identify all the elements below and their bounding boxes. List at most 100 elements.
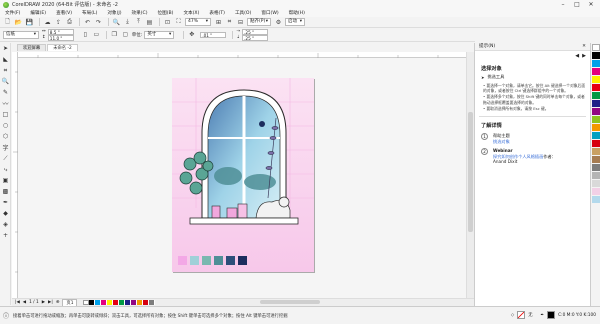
pdf-icon[interactable]: ▤ [145, 18, 154, 27]
palette-swatch-black[interactable] [591, 52, 600, 59]
last-page-icon[interactable]: ▶| [48, 300, 53, 305]
palette-swatch-dark-red[interactable] [591, 140, 600, 147]
connector-tool-icon[interactable]: ⤷ [0, 164, 11, 175]
dup-y-input[interactable]: .25 " [242, 34, 269, 41]
freehand-tool-icon[interactable]: ✎ [0, 87, 11, 98]
palette-swatch-pale-blue[interactable] [591, 196, 600, 203]
forward-icon[interactable]: ▶ [582, 53, 586, 59]
palette-swatch-teal[interactable] [591, 132, 600, 139]
palette-swatch-blue[interactable] [591, 100, 600, 107]
rectangle-tool-icon[interactable]: □ [0, 109, 11, 120]
horizontal-scrollbar[interactable] [120, 299, 460, 305]
print-icon[interactable]: ⎙ [65, 18, 74, 27]
cloud-upload-icon[interactable]: ⇪ [54, 18, 63, 27]
menu-text[interactable]: 文本(X) [178, 10, 204, 16]
landscape-icon[interactable]: ▭ [92, 30, 101, 39]
palette-swatch-brown[interactable] [591, 156, 600, 163]
palette-swatch-orange[interactable] [591, 124, 600, 131]
menu-effects[interactable]: 效果(C) [127, 10, 153, 16]
menu-layout[interactable]: 布局(L) [77, 10, 102, 16]
menu-bitmaps[interactable]: 位图(B) [153, 10, 179, 16]
menu-help[interactable]: 帮助(H) [284, 10, 310, 16]
smart-fill-icon[interactable]: ◈ [0, 219, 11, 230]
maximize-button[interactable]: □ [570, 0, 584, 9]
nudge-input[interactable]: .01 " [200, 31, 227, 38]
fullscreen-icon[interactable]: ⛶ [174, 18, 183, 27]
text-tool-icon[interactable]: 字 [0, 142, 11, 153]
grid-icon[interactable]: ⊞ [214, 18, 223, 27]
outline-swatch[interactable] [547, 311, 556, 319]
outline-pen-icon[interactable]: ✒ [541, 313, 545, 318]
minimize-button[interactable]: – [556, 0, 570, 9]
menu-table[interactable]: 表格(T) [204, 10, 230, 16]
back-icon[interactable]: ◀ [575, 53, 579, 59]
close-icon[interactable]: ✕ [582, 43, 586, 50]
open-icon[interactable]: 📂 [14, 18, 23, 27]
redo-icon[interactable]: ↷ [94, 18, 103, 27]
palette-swatch-yellow[interactable] [591, 76, 600, 83]
menu-file[interactable]: 文件(F) [0, 10, 25, 16]
vertical-scrollbar[interactable] [466, 52, 474, 298]
palette-swatch-purple[interactable] [591, 108, 600, 115]
snap-to-dropdown[interactable]: 贴齐(P) ▾ [247, 18, 271, 26]
help-topic-link[interactable]: 挑选对象 [493, 139, 510, 145]
page-height-input[interactable]: 11.0 " [47, 34, 74, 41]
palette-swatch-lime[interactable] [591, 116, 600, 123]
launch-dropdown[interactable]: 启动 ▾ [285, 18, 305, 26]
polygon-tool-icon[interactable]: ⬡ [0, 131, 11, 142]
palette-swatch-green[interactable] [591, 92, 600, 99]
drop-shadow-icon[interactable]: ▣ [0, 175, 11, 186]
palette-swatch-red[interactable] [591, 84, 600, 91]
menu-tools[interactable]: 工具(O) [230, 10, 256, 16]
export-icon[interactable]: ⤒ [134, 18, 143, 27]
all-pages-icon[interactable]: ❐ [110, 30, 119, 39]
guidelines-icon[interactable]: ⊟ [236, 18, 245, 27]
first-page-icon[interactable]: |◀ [15, 300, 20, 305]
save-icon[interactable]: 💾 [25, 18, 34, 27]
fill-swatch[interactable] [517, 311, 526, 319]
tab-welcome[interactable]: 欢迎屏幕 [17, 44, 47, 51]
current-page-icon[interactable]: ▢ [121, 30, 130, 39]
menu-window[interactable]: 窗口(W) [256, 10, 283, 16]
webinar-link[interactable]: 探究如何创作个人风格插画 [493, 154, 543, 159]
prev-page-icon[interactable]: ◀ [23, 300, 26, 305]
search-icon[interactable]: 🔍 [112, 18, 121, 27]
document-page[interactable] [172, 78, 314, 272]
palette-swatch-magenta[interactable] [591, 68, 600, 75]
close-button[interactable]: ✕ [584, 0, 598, 9]
palette-swatch-light-gray[interactable] [591, 172, 600, 179]
rulers-icon[interactable]: ⌗ [225, 18, 234, 27]
shape-tool-icon[interactable]: ◣ [0, 54, 11, 65]
ellipse-tool-icon[interactable]: ○ [0, 120, 11, 131]
pick-tool-icon[interactable]: ➤ [0, 43, 11, 54]
eyedropper-tool-icon[interactable]: ✒ [0, 197, 11, 208]
scroll-thumb[interactable] [468, 112, 473, 232]
add-page-icon[interactable]: ⊕ [56, 300, 60, 305]
artistic-media-icon[interactable]: 〰 [0, 98, 11, 109]
menu-view[interactable]: 查看(V) [51, 10, 77, 16]
next-page-icon[interactable]: ▶ [42, 300, 45, 305]
palette-swatch-cyan[interactable] [591, 60, 600, 67]
new-document-icon[interactable]: 🗋 [3, 18, 12, 27]
add-tool-icon[interactable]: + [0, 230, 11, 241]
palette-swatch-tan[interactable] [591, 148, 600, 155]
import-icon[interactable]: ⤓ [123, 18, 132, 27]
scroll-thumb[interactable] [260, 300, 320, 304]
fill-icon[interactable]: ◇ [511, 313, 514, 318]
drawing-canvas[interactable] [18, 58, 466, 298]
palette-swatch-gray[interactable] [591, 164, 600, 171]
transparency-tool-icon[interactable]: ▩ [0, 186, 11, 197]
settings-icon[interactable]: ⚙ [274, 18, 283, 27]
crop-tool-icon[interactable]: ⌗ [0, 65, 11, 76]
zoom-tool-icon[interactable]: 🔍 [0, 76, 11, 87]
interactive-fill-icon[interactable]: ◆ [0, 208, 11, 219]
window-illustration[interactable] [172, 78, 314, 272]
zoom-fit-icon[interactable]: ⊡ [163, 18, 172, 27]
tab-untitled-2[interactable]: 未命名 -2 [47, 44, 78, 51]
menu-object[interactable]: 对象(J) [102, 10, 126, 16]
parallel-dimension-icon[interactable]: ⟋ [0, 153, 11, 164]
menu-edit[interactable]: 编辑(E) [25, 10, 51, 16]
palette-swatch-pale-gray[interactable] [591, 180, 600, 187]
units-dropdown[interactable]: 英寸 ▾ [144, 30, 175, 39]
undo-icon[interactable]: ↶ [83, 18, 92, 27]
